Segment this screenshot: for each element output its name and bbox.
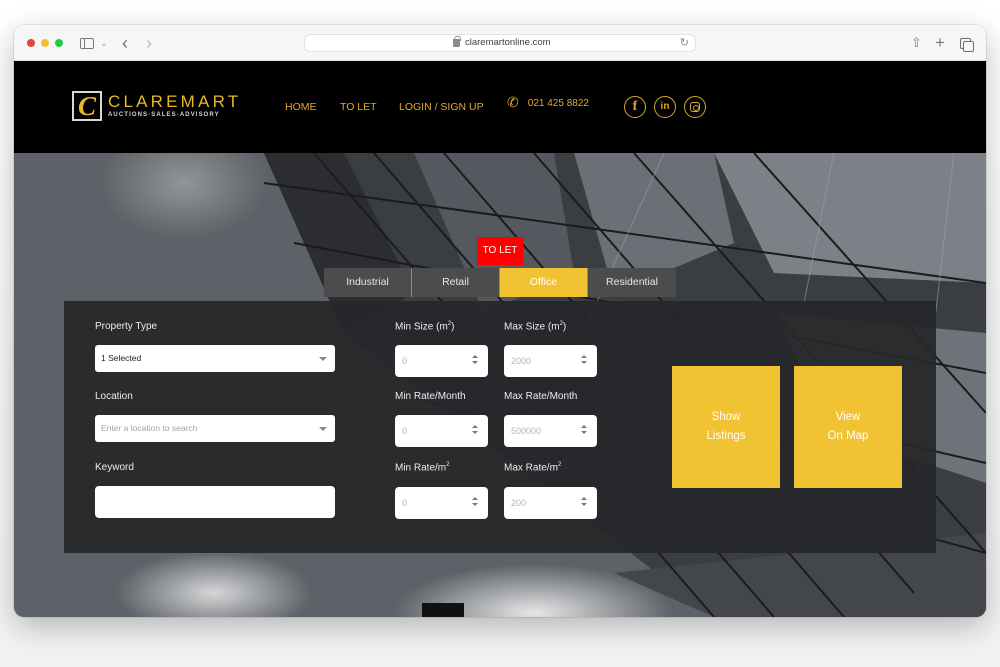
chevron-down-icon xyxy=(319,427,327,431)
linkedin-icon[interactable]: in xyxy=(654,96,676,118)
stepper-icon[interactable] xyxy=(581,355,588,366)
chevron-down-icon[interactable]: ⌄ xyxy=(100,34,108,52)
reload-icon[interactable]: ↻ xyxy=(680,36,689,49)
min-size-label: Min Size (m2) xyxy=(395,321,455,333)
show-listings-button[interactable]: Show Listings xyxy=(672,366,780,488)
logo-name: CLAREMART xyxy=(108,92,242,111)
min-rate-m2-input[interactable]: 0 xyxy=(395,487,488,519)
new-tab-icon[interactable]: + xyxy=(935,34,945,52)
location-label: Location xyxy=(95,391,133,402)
max-rate-m2-label: Max Rate/m2 xyxy=(504,462,562,474)
tab-residential[interactable]: Residential xyxy=(588,268,676,297)
min-rate-month-label: Min Rate/Month xyxy=(395,391,466,402)
stepper-icon[interactable] xyxy=(581,425,588,436)
search-panel: Property Type 1 Selected Location Enter … xyxy=(64,301,936,553)
instagram-icon[interactable] xyxy=(684,96,706,118)
logo-tagline: AUCTIONS·SALES·ADVISORY xyxy=(108,112,220,118)
stepper-icon[interactable] xyxy=(581,497,588,508)
url-text[interactable]: claremartonline.com xyxy=(465,37,551,48)
nav-home[interactable]: HOME xyxy=(285,101,317,113)
location-select[interactable]: Enter a location to search xyxy=(95,415,335,442)
tab-retail[interactable]: Retail xyxy=(412,268,500,297)
min-rate-m2-label: Min Rate/m2 xyxy=(395,462,450,474)
phone-contact[interactable]: ✆ 021 425 8822 xyxy=(507,94,589,111)
browser-window: ⌄ ‹ › claremartonline.com ↻ ⇧ + C CLAREM… xyxy=(14,25,986,617)
minimize-window-button[interactable] xyxy=(41,39,49,47)
tab-overview-icon[interactable] xyxy=(960,38,974,52)
forward-icon[interactable]: › xyxy=(146,34,152,52)
max-rate-m2-input[interactable]: 200 xyxy=(504,487,597,519)
back-icon[interactable]: ‹ xyxy=(122,34,128,52)
chevron-down-icon xyxy=(319,357,327,361)
facebook-icon[interactable]: f xyxy=(624,96,646,118)
close-window-button[interactable] xyxy=(27,39,35,47)
location-placeholder: Enter a location to search xyxy=(101,423,198,433)
min-rate-month-input[interactable]: 0 xyxy=(395,415,488,447)
address-bar[interactable]: claremartonline.com ↻ xyxy=(304,34,696,52)
site-header: C CLAREMART AUCTIONS·SALES·ADVISORY HOME… xyxy=(14,61,986,153)
tab-industrial[interactable]: Industrial xyxy=(324,268,412,297)
nav-login-signup[interactable]: LOGIN / SIGN UP xyxy=(399,101,484,113)
phone-icon: ✆ xyxy=(507,94,519,110)
logo-letter: C xyxy=(78,91,97,121)
stepper-icon[interactable] xyxy=(472,355,479,366)
browser-toolbar: ⌄ ‹ › claremartonline.com ↻ ⇧ + xyxy=(14,25,986,61)
zoom-window-button[interactable] xyxy=(55,39,63,47)
keyword-input[interactable] xyxy=(95,486,335,518)
max-rate-month-label: Max Rate/Month xyxy=(504,391,578,402)
max-size-label: Max Size (m2) xyxy=(504,321,567,333)
tab-office[interactable]: Office xyxy=(500,268,588,297)
sidebar-icon[interactable] xyxy=(80,38,94,49)
property-category-tabs: Industrial Retail Office Residential xyxy=(324,268,676,297)
instagram-camera-glyph xyxy=(690,102,700,112)
logo-mark: C xyxy=(72,91,102,121)
min-size-input[interactable]: 0 xyxy=(395,345,488,377)
logo[interactable]: C CLAREMART AUCTIONS·SALES·ADVISORY xyxy=(72,91,238,125)
property-type-label: Property Type xyxy=(95,321,158,332)
share-icon[interactable]: ⇧ xyxy=(911,34,922,52)
property-type-select[interactable]: 1 Selected xyxy=(95,345,335,372)
keyword-label: Keyword xyxy=(95,462,134,473)
max-rate-month-input[interactable]: 500000 xyxy=(504,415,597,447)
stepper-icon[interactable] xyxy=(472,425,479,436)
view-on-map-button[interactable]: View On Map xyxy=(794,366,902,488)
nav-to-let[interactable]: TO LET xyxy=(340,101,377,113)
page: ⌄ ‹ › claremartonline.com ↻ ⇧ + C CLAREM… xyxy=(0,0,1000,667)
stepper-icon[interactable] xyxy=(472,497,479,508)
to-let-badge: TO LET xyxy=(477,237,523,265)
max-size-input[interactable]: 2000 xyxy=(504,345,597,377)
hero-section: TO LET Industrial Retail Office Resident… xyxy=(14,153,986,617)
property-type-value: 1 Selected xyxy=(101,353,142,363)
phone-number: 021 425 8822 xyxy=(527,98,589,109)
lock-icon xyxy=(453,36,461,47)
